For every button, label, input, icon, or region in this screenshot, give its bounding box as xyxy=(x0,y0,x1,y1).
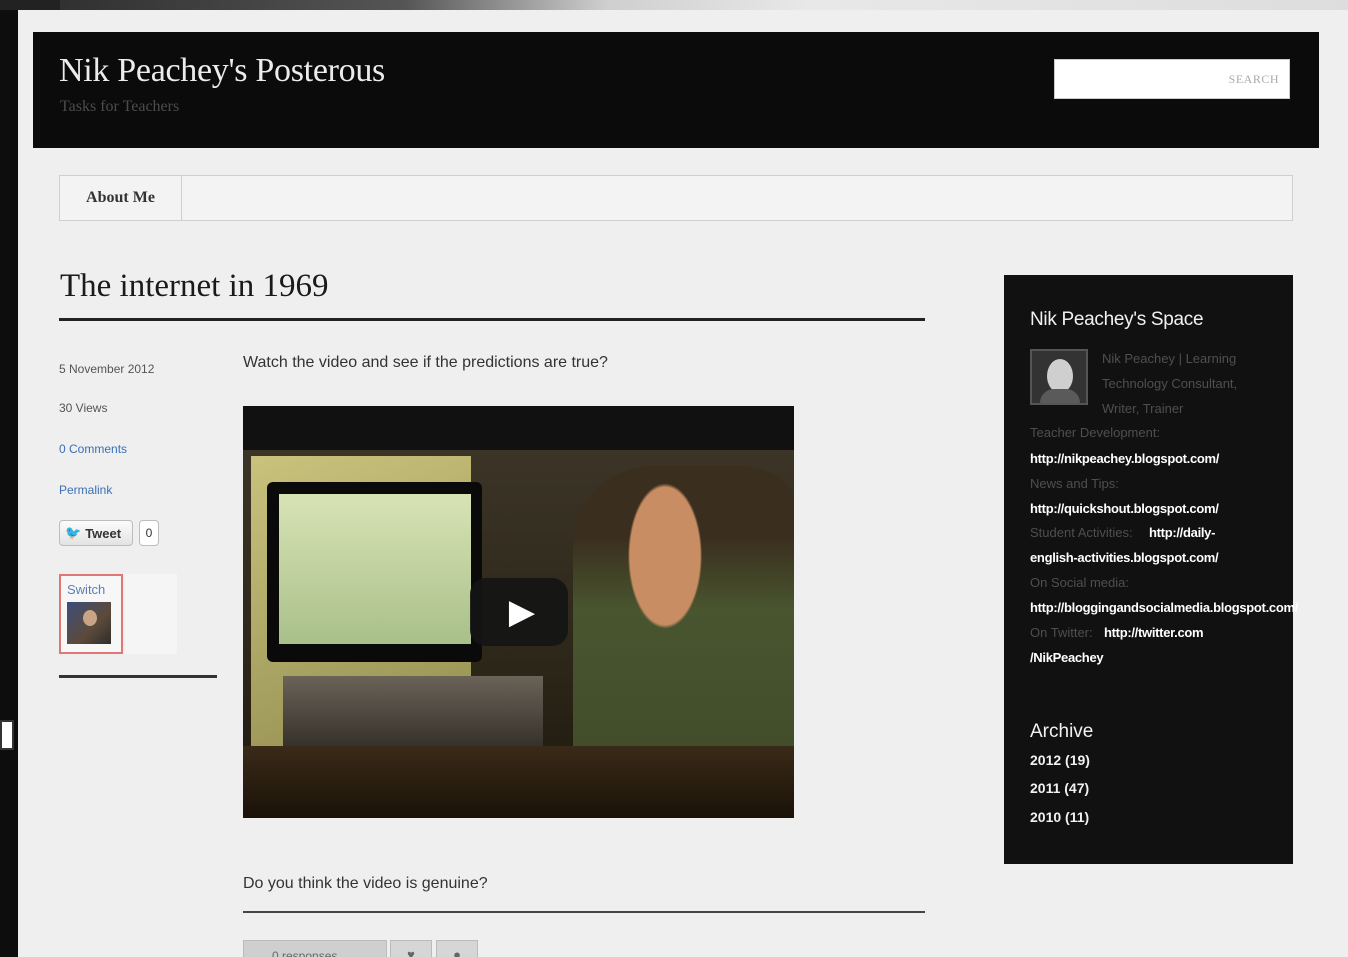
site-header: Nik Peachey's Posterous Tasks for Teache… xyxy=(33,32,1319,148)
post-views: 30 Views xyxy=(59,401,108,415)
switch-label: Switch xyxy=(67,582,106,597)
tweet-button[interactable]: 🐦 Tweet xyxy=(59,520,133,546)
video-frame xyxy=(283,676,543,756)
switch-shadow xyxy=(125,574,177,654)
nav-item-about-me[interactable]: About Me xyxy=(60,176,182,220)
sidebar-title: Nik Peachey's Space xyxy=(1030,309,1204,330)
social-media-label: On Social media: xyxy=(1030,575,1129,590)
bio-line: Writer, Trainer xyxy=(1102,401,1184,416)
teacher-development-link[interactable]: http://nikpeachey.blogspot.com/ xyxy=(1030,451,1219,466)
heart-icon[interactable]: ♥ xyxy=(390,940,432,957)
bio-line: Technology Consultant, xyxy=(1102,376,1238,391)
switch-button[interactable]: Switch xyxy=(59,574,123,654)
permalink-link[interactable]: Permalink xyxy=(59,483,112,497)
twitter-bird-icon: 🐦 xyxy=(65,525,82,540)
archive-item-2012[interactable]: 2012 (19) xyxy=(1030,752,1090,768)
video-title-bar xyxy=(243,406,794,450)
archive-title: Archive xyxy=(1030,721,1094,742)
responses-button[interactable]: 0 responses xyxy=(243,940,387,957)
news-tips-label: News and Tips: xyxy=(1030,476,1119,491)
avatar xyxy=(1030,349,1088,405)
student-activities-link[interactable]: english-activities.blogspot.com/ xyxy=(1030,550,1219,565)
desktop-fragment xyxy=(0,0,60,10)
video-frame xyxy=(279,494,471,644)
sidebar: Nik Peachey's Space Nik Peachey | Learni… xyxy=(1004,275,1298,864)
desktop-background-top xyxy=(0,0,1348,10)
divider xyxy=(59,675,217,678)
comment-icon[interactable]: ● xyxy=(436,940,478,957)
bio-line: Nik Peachey | Learning xyxy=(1102,351,1237,366)
news-tips-link[interactable]: http://quickshout.blogspot.com/ xyxy=(1030,501,1219,516)
twitter-link[interactable]: http://twitter.com xyxy=(1104,625,1204,640)
archive-item-2011[interactable]: 2011 (47) xyxy=(1030,780,1089,796)
tweet-count: 0 xyxy=(139,520,159,546)
post-title[interactable]: The internet in 1969 xyxy=(60,268,329,305)
student-activities-link[interactable]: http://daily- xyxy=(1149,525,1215,540)
video-frame xyxy=(243,746,794,818)
twitter-label: On Twitter: xyxy=(1030,625,1093,640)
nav-bar: About Me xyxy=(59,175,1293,221)
site-title[interactable]: Nik Peachey's Posterous xyxy=(59,52,385,90)
play-icon: ▶ xyxy=(508,593,536,631)
twitter-link[interactable]: /NikPeachey xyxy=(1030,650,1104,665)
search-input[interactable]: SEARCH xyxy=(1054,59,1290,99)
video-player[interactable]: ▶ xyxy=(243,406,794,818)
post-intro: Watch the video and see if the predictio… xyxy=(243,354,608,371)
site-tagline: Tasks for Teachers xyxy=(60,98,180,115)
play-button[interactable]: ▶ xyxy=(470,578,568,646)
social-media-link[interactable]: http://bloggingandsocialmedia.blogspot.c… xyxy=(1030,600,1298,615)
post-date: 5 November 2012 xyxy=(59,362,155,376)
desktop-background-left xyxy=(0,0,60,957)
student-activities-label: Student Activities: xyxy=(1030,525,1133,540)
switch-thumbnail xyxy=(67,602,111,644)
search-label: SEARCH xyxy=(1228,72,1279,86)
browser-page: Nik Peachey's Posterous Tasks for Teache… xyxy=(18,10,1348,957)
comments-link[interactable]: 0 Comments xyxy=(59,442,127,456)
divider xyxy=(243,911,925,913)
tweet-label: Tweet xyxy=(85,525,122,541)
divider xyxy=(59,318,925,321)
archive-item-2010[interactable]: 2010 (11) xyxy=(1030,809,1089,825)
desktop-fragment xyxy=(0,720,14,750)
teacher-development-label: Teacher Development: xyxy=(1030,425,1161,440)
post-question: Do you think the video is genuine? xyxy=(243,875,488,892)
